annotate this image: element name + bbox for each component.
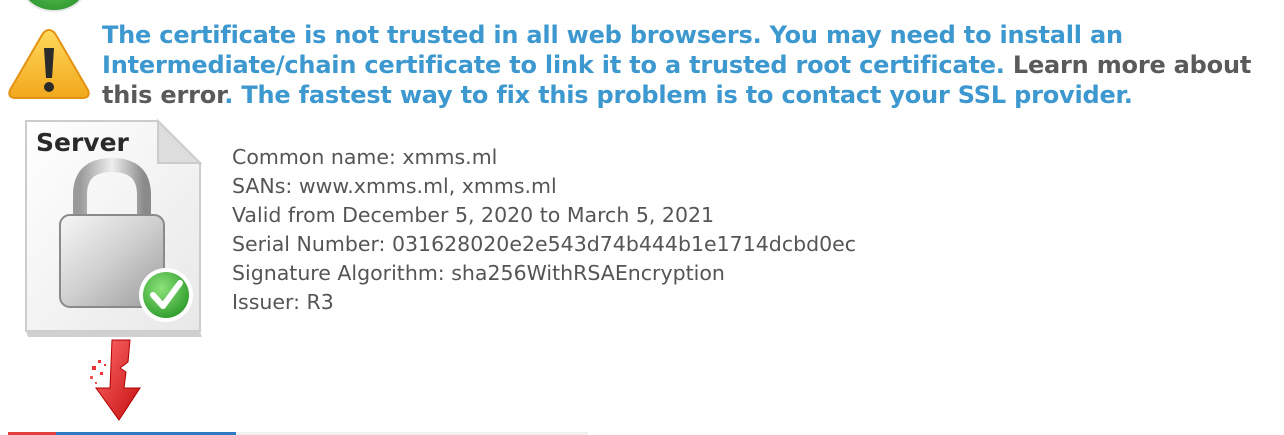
broken-chain-arrow-icon [90, 339, 141, 421]
valid-check-icon [22, 0, 86, 12]
issuer-value: R3 [306, 290, 334, 314]
warning-triangle-icon [8, 28, 90, 99]
serial-number-row: Serial Number: 031628020e2e543d74b444b1e… [232, 230, 856, 259]
sans-label: SANs: [232, 174, 293, 198]
common-name-value: xmms.ml [402, 145, 498, 169]
warning-text-part1: The certificate is not trusted in all we… [102, 21, 1123, 79]
warning-text-part2: . The fastest way to fix this problem is… [224, 81, 1133, 109]
sans-row: SANs: www.xmms.ml, xmms.ml [232, 172, 856, 201]
serial-number-label: Serial Number: [232, 232, 386, 256]
issuer-label: Issuer: [232, 290, 300, 314]
issuer-row: Issuer: R3 [232, 288, 856, 317]
validity-row: Valid from December 5, 2020 to March 5, … [232, 203, 715, 227]
signature-algorithm-label: Signature Algorithm: [232, 261, 445, 285]
signature-algorithm-row: Signature Algorithm: sha256WithRSAEncryp… [232, 259, 856, 288]
common-name-row: Common name: xmms.ml [232, 143, 856, 172]
signature-algorithm-value: sha256WithRSAEncryption [451, 261, 725, 285]
sans-value: www.xmms.ml, xmms.ml [298, 174, 557, 198]
certificate-details: Common name: xmms.ml SANs: www.xmms.ml, … [232, 143, 856, 317]
common-name-label: Common name: [232, 145, 396, 169]
server-label: Server [36, 128, 130, 157]
serial-number-value: 031628020e2e543d74b444b1e1714dcbd0ec [391, 232, 857, 256]
server-lock-check-icon: Server [25, 118, 203, 337]
certificate-warning-message: The certificate is not trusted in all we… [102, 20, 1272, 110]
